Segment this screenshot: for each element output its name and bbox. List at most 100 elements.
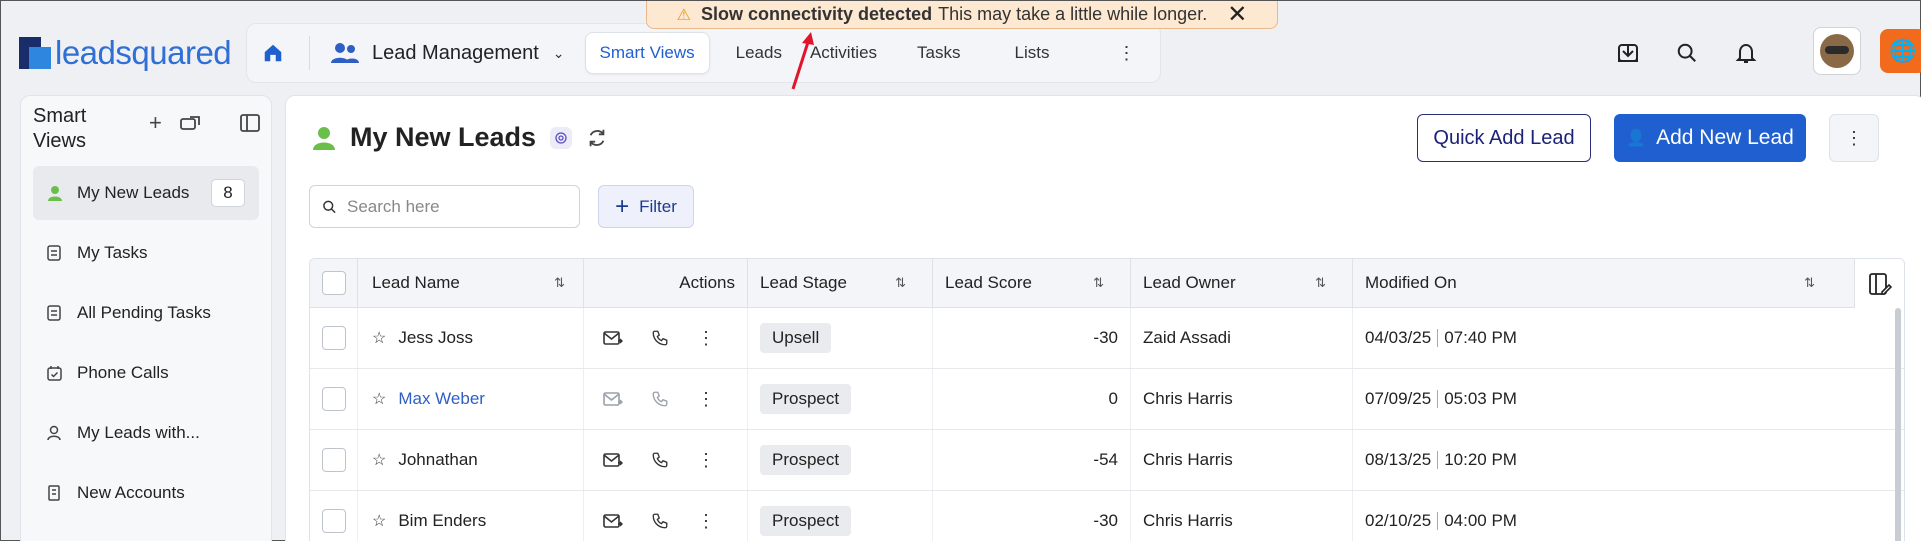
lead-score: 0 xyxy=(933,369,1131,429)
add-new-lead-label: Add New Lead xyxy=(1656,126,1794,149)
table-row[interactable]: ☆ Bim Enders ⋮ Prospect -30 Chris Harris… xyxy=(310,491,1904,541)
phone-icon[interactable] xyxy=(651,512,669,530)
sort-icon[interactable]: ⇅ xyxy=(1315,275,1326,291)
email-icon[interactable] xyxy=(603,391,623,407)
tab-smart-views[interactable]: Smart Views xyxy=(584,32,710,74)
sidebar-item-label: New Accounts xyxy=(77,483,185,502)
lead-name: Bim Enders xyxy=(398,511,487,530)
globe-warning-button[interactable]: 🌐 xyxy=(1880,29,1921,73)
sidebar-item-my-tasks[interactable]: My Tasks xyxy=(33,226,259,280)
header-actions xyxy=(1616,31,1758,75)
modified-on-cell: 04/03/25 07:40 PM xyxy=(1353,308,1833,368)
lead-name-cell: ☆ Bim Enders xyxy=(358,491,584,541)
collapse-sidebar-icon[interactable] xyxy=(239,114,260,132)
sidebar-item-phone-calls[interactable]: Phone Calls xyxy=(33,346,259,400)
connectivity-toast: ⚠ Slow connectivity detected This may ta… xyxy=(646,1,1278,29)
home-icon xyxy=(264,44,282,62)
close-icon[interactable]: ✕ xyxy=(1227,2,1247,27)
row-more-icon[interactable]: ⋮ xyxy=(697,511,715,532)
tab-tasks[interactable]: Tasks xyxy=(903,32,974,74)
filter-button[interactable]: + Filter xyxy=(598,185,694,228)
row-more-icon[interactable]: ⋮ xyxy=(697,450,715,471)
module-selector[interactable]: Lead Management ⌄ xyxy=(330,42,565,65)
manage-views-icon[interactable] xyxy=(179,115,200,131)
sidebar-item-new-accounts[interactable]: New Accounts xyxy=(33,466,259,520)
row-checkbox[interactable] xyxy=(321,448,346,472)
stage-badge: Prospect xyxy=(760,445,852,475)
lead-owner: Chris Harris xyxy=(1131,491,1353,541)
row-checkbox[interactable] xyxy=(321,509,346,533)
email-icon[interactable] xyxy=(603,513,623,529)
actions-cell: ⋮ xyxy=(584,369,748,429)
header-lead-score[interactable]: Lead Score ⇅ xyxy=(933,259,1131,307)
star-icon[interactable]: ☆ xyxy=(372,511,386,531)
sidebar-item-my-leads-with[interactable]: My Leads with... xyxy=(33,406,259,460)
sidebar-item-label: My Tasks xyxy=(77,243,148,262)
top-navigation: Lead Management ⌄ Smart Views Leads Acti… xyxy=(246,23,1161,83)
quick-add-lead-button[interactable]: Quick Add Lead xyxy=(1417,114,1591,162)
table-row[interactable]: ☆ Jess Joss ⋮ Upsell -30 Zaid Assadi 04/… xyxy=(310,308,1904,369)
star-icon[interactable]: ☆ xyxy=(372,389,386,409)
actions-cell: ⋮ xyxy=(584,308,748,368)
sort-icon[interactable]: ⇅ xyxy=(1804,275,1815,291)
email-icon[interactable] xyxy=(603,330,623,346)
email-icon[interactable] xyxy=(603,452,623,468)
row-checkbox[interactable] xyxy=(321,326,346,350)
column-settings-button[interactable] xyxy=(1854,259,1904,308)
bell-icon[interactable] xyxy=(1734,41,1758,65)
search-input[interactable] xyxy=(347,196,567,217)
warning-icon: ⚠ xyxy=(676,6,692,24)
sidebar-item-all-pending-tasks[interactable]: All Pending Tasks xyxy=(33,286,259,340)
search-icon[interactable] xyxy=(1676,42,1698,64)
nav-more-button[interactable]: ⋮ xyxy=(1103,32,1149,74)
row-checkbox[interactable] xyxy=(321,387,346,411)
modified-on-cell: 02/10/25 04:00 PM xyxy=(1353,491,1833,541)
star-icon[interactable]: ☆ xyxy=(372,328,386,348)
header-lead-owner[interactable]: Lead Owner ⇅ xyxy=(1131,259,1353,307)
star-icon[interactable]: ☆ xyxy=(372,450,386,470)
table-scrollbar[interactable] xyxy=(1895,308,1901,541)
person-outline-icon xyxy=(47,425,65,441)
lead-owner: Zaid Assadi xyxy=(1131,308,1353,368)
sidebar-item-label: My Leads with... xyxy=(77,423,200,442)
user-avatar[interactable] xyxy=(1813,27,1861,75)
edit-columns-icon xyxy=(1868,272,1892,295)
lead-name[interactable]: Max Weber xyxy=(398,389,485,409)
phone-icon[interactable] xyxy=(651,329,669,347)
header-lead-name[interactable]: Lead Name ⇅ xyxy=(358,259,584,307)
fingerprint-icon[interactable] xyxy=(550,126,573,149)
modified-date: 07/09/25 xyxy=(1365,389,1432,408)
select-all-checkbox[interactable] xyxy=(321,271,346,295)
sort-icon[interactable]: ⇅ xyxy=(895,275,906,291)
sidebar-item-label: Phone Calls xyxy=(77,363,169,382)
more-options-button[interactable]: ⋮ xyxy=(1829,114,1879,162)
download-tray-icon[interactable] xyxy=(1616,41,1640,65)
sort-icon[interactable]: ⇅ xyxy=(1093,275,1104,291)
add-new-lead-button[interactable]: 👤 Add New Lead xyxy=(1614,114,1806,162)
header-modified-on[interactable]: Modified On ⇅ xyxy=(1353,259,1833,307)
phone-icon[interactable] xyxy=(651,390,669,408)
tab-leads[interactable]: Leads xyxy=(722,32,796,74)
row-select-cell xyxy=(310,369,358,429)
home-button[interactable] xyxy=(255,35,291,71)
refresh-icon[interactable] xyxy=(586,127,608,149)
table-row[interactable]: ☆ Johnathan ⋮ Prospect -54 Chris Harris … xyxy=(310,430,1904,491)
row-more-icon[interactable]: ⋮ xyxy=(697,389,715,410)
add-icon[interactable]: + xyxy=(149,110,162,136)
logo[interactable]: leadsquared xyxy=(19,31,232,75)
row-more-icon[interactable]: ⋮ xyxy=(697,328,715,349)
sort-icon[interactable]: ⇅ xyxy=(554,275,565,291)
tab-lists[interactable]: Lists xyxy=(1001,32,1064,74)
table-row[interactable]: ☆ Max Weber ⋮ Prospect 0 Chris Harris 07… xyxy=(310,369,1904,430)
sidebar-title: Smart Views xyxy=(33,105,87,152)
header-lead-stage[interactable]: Lead Stage ⇅ xyxy=(748,259,933,307)
phone-icon[interactable] xyxy=(651,451,669,469)
stage-badge: Prospect xyxy=(760,506,852,536)
lead-stage-cell: Prospect xyxy=(748,491,933,541)
actions-cell: ⋮ xyxy=(584,430,748,490)
modified-time: 05:03 PM xyxy=(1444,389,1517,408)
search-box[interactable] xyxy=(309,185,580,228)
module-label: Lead Management xyxy=(372,41,539,64)
avatar-image-icon xyxy=(1820,34,1854,68)
sidebar-item-my-new-leads[interactable]: My New Leads 8 xyxy=(33,166,259,220)
